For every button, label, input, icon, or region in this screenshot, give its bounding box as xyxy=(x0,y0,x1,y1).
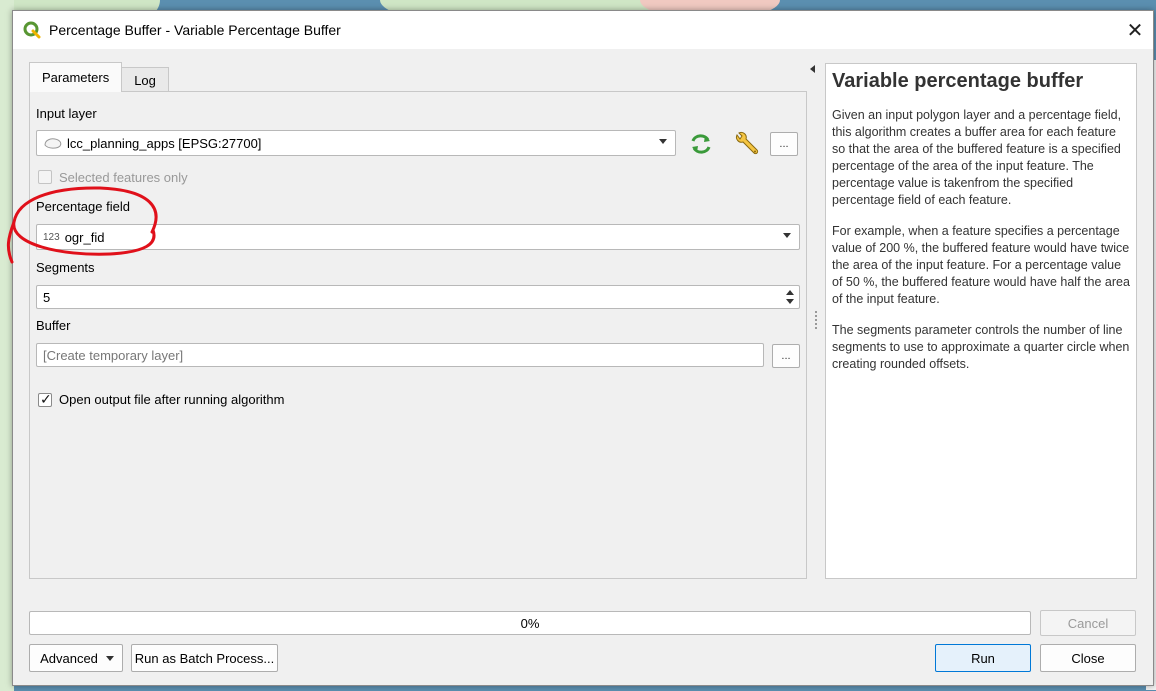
help-paragraph: For example, when a feature specifies a … xyxy=(832,224,1130,306)
segments-value: 5 xyxy=(43,289,51,305)
run-button[interactable]: Run xyxy=(935,644,1031,672)
wrench-icon xyxy=(736,132,759,155)
advanced-dropdown-button[interactable]: Advanced xyxy=(29,644,123,672)
collapse-help-arrow-icon[interactable] xyxy=(810,65,815,73)
ellipsis-icon: ... xyxy=(779,138,789,150)
panel-splitter[interactable] xyxy=(815,311,817,331)
close-icon: ✕ xyxy=(1126,19,1144,42)
cancel-button[interactable]: Cancel xyxy=(1040,610,1136,636)
input-layer-combo[interactable]: lcc_planning_apps [EPSG:27700] xyxy=(36,130,676,156)
chevron-down-icon xyxy=(659,139,667,144)
close-button[interactable]: Close xyxy=(1040,644,1136,672)
parameters-panel: Input layer lcc_planning_apps [EPSG:2770… xyxy=(29,91,807,579)
help-paragraph: Given an input polygon layer and a perce… xyxy=(832,108,1122,207)
spin-up-icon[interactable] xyxy=(786,290,794,295)
run-as-batch-button[interactable]: Run as Batch Process... xyxy=(131,644,278,672)
selected-features-label: Selected features only xyxy=(59,170,188,185)
tab-parameters[interactable]: Parameters xyxy=(29,62,123,92)
chevron-down-icon xyxy=(106,656,114,661)
buffer-placeholder: [Create temporary layer] xyxy=(43,347,184,363)
title-bar: Percentage Buffer - Variable Percentage … xyxy=(13,11,1153,49)
processing-dialog: Percentage Buffer - Variable Percentage … xyxy=(12,10,1154,686)
buffer-output-field[interactable]: [Create temporary layer] xyxy=(36,343,764,367)
close-window-button[interactable]: ✕ xyxy=(1117,11,1153,49)
numeric-field-icon: 123 xyxy=(43,231,60,243)
refresh-icon xyxy=(691,134,711,154)
input-layer-label: Input layer xyxy=(36,106,97,121)
help-title: Variable percentage buffer xyxy=(832,70,1084,92)
help-panel: Variable percentage buffer Given an inpu… xyxy=(825,63,1137,579)
percentage-field-value: ogr_fid xyxy=(64,229,105,245)
open-output-label: Open output file after running algorithm xyxy=(59,392,285,407)
percentage-field-combo[interactable]: 123 ogr_fid xyxy=(36,224,800,250)
tab-bar: Parameters Log xyxy=(29,62,169,92)
percentage-field-label: Percentage field xyxy=(36,199,130,214)
progress-text: 0% xyxy=(520,615,540,631)
open-output-checkbox[interactable] xyxy=(38,391,52,408)
input-layer-browse-button[interactable]: ... xyxy=(770,132,798,156)
ellipsis-icon: ... xyxy=(781,350,791,362)
qgis-logo-icon xyxy=(23,21,41,39)
window-title: Percentage Buffer - Variable Percentage … xyxy=(49,22,341,38)
progress-bar: 0% xyxy=(29,611,1031,635)
segments-label: Segments xyxy=(36,260,95,275)
spin-arrows[interactable] xyxy=(785,289,795,307)
polygon-layer-icon xyxy=(44,138,62,149)
advanced-options-button[interactable] xyxy=(730,130,762,158)
input-layer-value: lcc_planning_apps [EPSG:27700] xyxy=(67,135,262,151)
segments-spinbox[interactable]: 5 xyxy=(36,285,800,309)
help-paragraph: The segments parameter controls the numb… xyxy=(832,323,1130,371)
tab-log[interactable]: Log xyxy=(121,67,169,92)
buffer-label: Buffer xyxy=(36,318,71,333)
iterate-features-button[interactable] xyxy=(686,132,716,156)
spin-down-icon[interactable] xyxy=(786,299,794,304)
advanced-label: Advanced xyxy=(40,650,98,666)
chevron-down-icon xyxy=(783,233,791,238)
buffer-browse-button[interactable]: ... xyxy=(772,344,800,368)
selected-features-checkbox[interactable] xyxy=(38,170,52,184)
